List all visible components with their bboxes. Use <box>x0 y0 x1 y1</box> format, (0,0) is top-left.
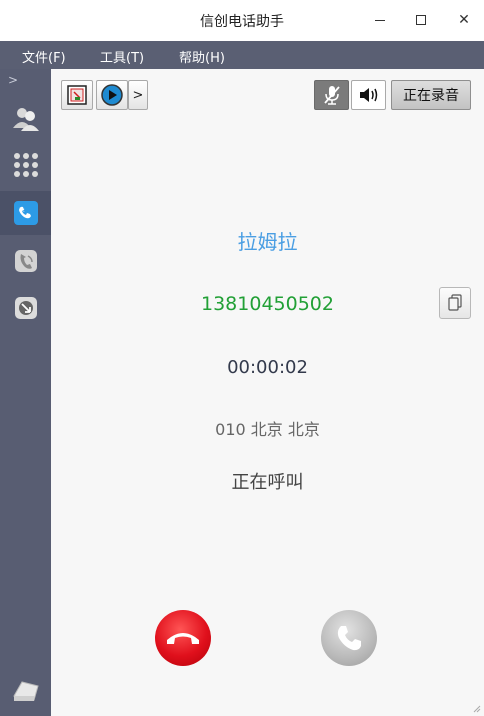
dialpad-icon <box>13 153 38 177</box>
sidebar-item-recordings[interactable] <box>0 239 51 283</box>
caller-number: 13810450502 <box>201 293 334 315</box>
calling-icon: 1: <box>13 201 38 225</box>
sidebar: > 1: <box>0 69 51 716</box>
menu-file[interactable]: 文件(F) <box>22 47 66 66</box>
maximize-icon <box>416 15 426 25</box>
sidebar-item-device[interactable] <box>0 669 51 713</box>
sidebar-item-transfer[interactable] <box>0 286 51 330</box>
play-icon <box>101 84 123 106</box>
caller-name: 拉姆拉 <box>237 230 298 254</box>
resize-grip-icon[interactable] <box>471 703 481 713</box>
close-button[interactable]: ✕ <box>452 8 476 32</box>
transfer-icon <box>14 297 37 319</box>
menu-bar: 文件(F) 工具(T) 帮助(H) <box>0 41 484 69</box>
copy-number-button[interactable] <box>439 287 471 319</box>
mute-button[interactable] <box>314 80 349 110</box>
title-bar: 信创电话助手 ✕ <box>0 0 484 41</box>
sidebar-item-dialpad[interactable] <box>0 143 51 187</box>
recordings-icon <box>14 250 37 272</box>
svg-text:1:: 1: <box>19 207 25 214</box>
menu-tools[interactable]: 工具(T) <box>100 47 144 66</box>
more-button[interactable]: > <box>128 80 148 110</box>
play-button[interactable] <box>96 80 128 110</box>
recording-status-button[interactable]: 正在录音 <box>391 80 471 110</box>
answer-button[interactable] <box>321 610 377 666</box>
call-duration: 00:00:02 <box>227 357 308 378</box>
record-file-icon <box>67 85 87 105</box>
call-status: 正在呼叫 <box>231 472 304 493</box>
menu-help[interactable]: 帮助(H) <box>179 47 225 66</box>
contacts-icon <box>12 108 39 131</box>
volume-icon <box>359 88 377 102</box>
phone-icon <box>337 626 361 651</box>
close-icon: ✕ <box>458 12 470 28</box>
maximize-button[interactable] <box>409 8 433 32</box>
hangup-icon <box>167 633 199 644</box>
phone-device-icon <box>12 681 39 701</box>
minimize-button[interactable] <box>368 8 392 32</box>
record-list-button[interactable] <box>61 80 93 110</box>
copy-icon <box>448 294 462 311</box>
speaker-button[interactable] <box>351 80 386 110</box>
hangup-button[interactable] <box>155 610 211 666</box>
caller-location: 010 北京 北京 <box>215 420 320 439</box>
call-panel: > 正在录音 拉姆拉 13810450502 00:00:02 010 北京 北… <box>51 69 484 716</box>
mic-muted-icon <box>323 86 340 105</box>
sidebar-item-contacts[interactable] <box>0 96 51 140</box>
sidebar-item-calling[interactable]: 1: <box>0 191 51 235</box>
sidebar-expand-button[interactable]: > <box>8 73 18 87</box>
minimize-icon <box>375 19 385 21</box>
